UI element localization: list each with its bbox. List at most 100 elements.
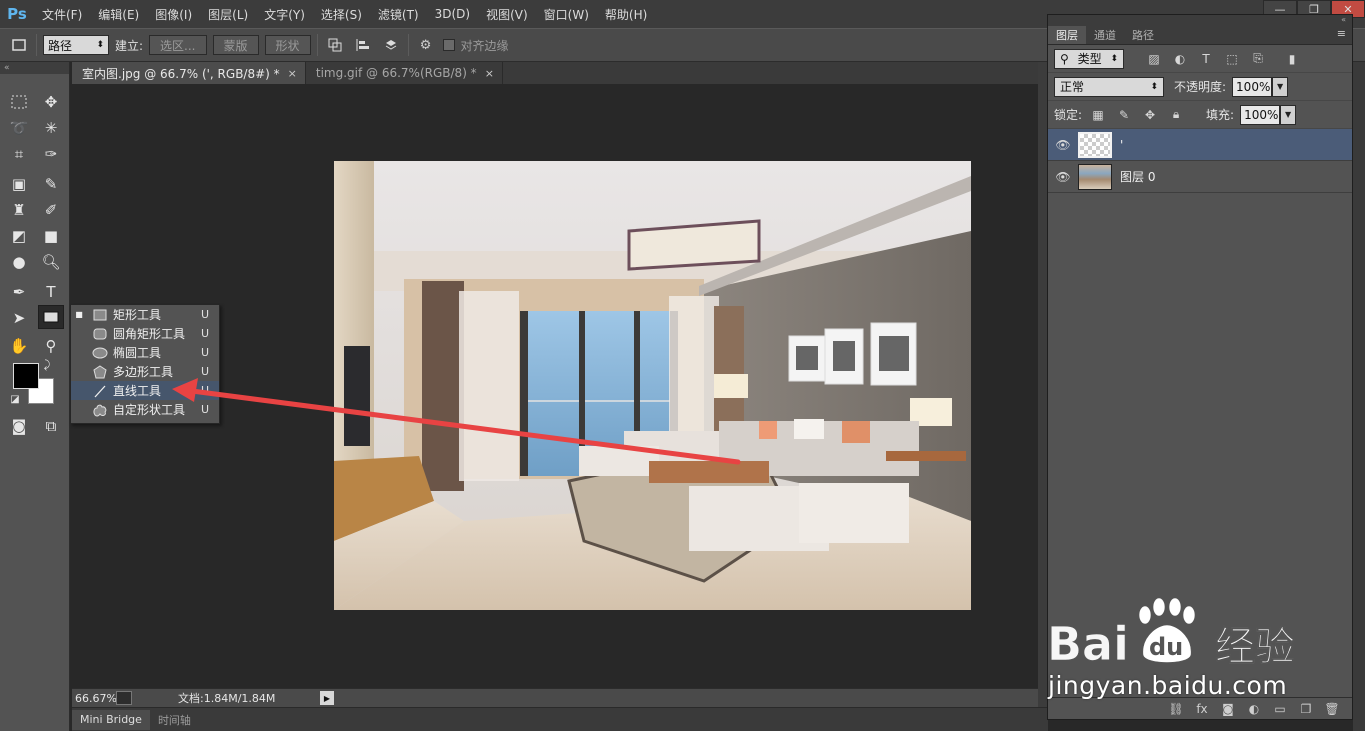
- path-arrangement-icon[interactable]: [380, 34, 402, 56]
- filter-toggle-icon[interactable]: ▮: [1282, 52, 1302, 66]
- adjustment-filter-icon[interactable]: ◐: [1170, 52, 1190, 66]
- layer-row[interactable]: 👁︎ ': [1048, 129, 1352, 161]
- shortcut-key: U: [201, 308, 210, 321]
- layer-filter-select[interactable]: ⚲ 类型 ⬍: [1054, 48, 1124, 69]
- blur-tool-icon[interactable]: ●: [6, 250, 32, 274]
- menu-type[interactable]: 文字(Y): [256, 6, 313, 23]
- menu-help[interactable]: 帮助(H): [597, 6, 655, 23]
- pen-tool-icon[interactable]: ✒: [6, 280, 32, 304]
- menu-3d[interactable]: 3D(D): [427, 7, 478, 21]
- lasso-tool-icon[interactable]: ➰: [6, 116, 32, 140]
- menu-select[interactable]: 选择(S): [313, 6, 370, 23]
- eraser-icon[interactable]: ◩: [6, 224, 32, 248]
- foreground-color-swatch[interactable]: [13, 363, 39, 389]
- menu-file[interactable]: 文件(F): [34, 6, 90, 23]
- magic-wand-icon[interactable]: ✳: [38, 116, 64, 140]
- default-colors-icon[interactable]: ◪: [8, 392, 22, 406]
- make-mask-button[interactable]: 蒙版: [212, 35, 259, 55]
- layer-style-icon[interactable]: fx: [1192, 702, 1212, 716]
- panel-collapse-icon[interactable]: «: [1048, 15, 1352, 25]
- image-filter-icon[interactable]: ▨: [1144, 52, 1164, 66]
- dodge-tool-icon[interactable]: 🔍︎: [38, 250, 64, 274]
- tab-channels[interactable]: 通道: [1086, 26, 1124, 44]
- lock-position-icon[interactable]: ✥: [1140, 108, 1160, 122]
- visibility-eye-icon[interactable]: 👁︎: [1048, 170, 1078, 184]
- tab-mini-bridge[interactable]: Mini Bridge: [72, 709, 150, 730]
- shape-filter-icon[interactable]: ⬚: [1222, 52, 1242, 66]
- select-arrow-icon: ⬍: [96, 40, 104, 50]
- tab-timeline[interactable]: 时间轴: [150, 710, 199, 730]
- menu-filter[interactable]: 滤镜(T): [370, 6, 427, 23]
- path-mode-select[interactable]: 路径 ⬍: [43, 35, 109, 55]
- export-icon[interactable]: [116, 691, 132, 705]
- type-tool-icon[interactable]: T: [38, 280, 64, 304]
- hand-tool-icon[interactable]: ✋: [6, 334, 32, 358]
- toolbox-collapse-icon[interactable]: «: [0, 62, 69, 74]
- type-filter-icon[interactable]: T: [1196, 52, 1216, 66]
- flyout-item-custom-shape[interactable]: 自定形状工具 U: [71, 400, 219, 419]
- make-selection-button[interactable]: 选区...: [149, 35, 207, 55]
- swap-colors-icon[interactable]: ⤸: [40, 358, 54, 372]
- tab-paths[interactable]: 路径: [1124, 26, 1162, 44]
- close-icon[interactable]: ×: [485, 67, 494, 80]
- path-operations-icon[interactable]: [324, 34, 346, 56]
- path-selection-icon[interactable]: ➤: [6, 306, 32, 330]
- smart-object-filter-icon[interactable]: ⎘: [1248, 51, 1268, 66]
- flyout-item-polygon[interactable]: 多边形工具 U: [71, 362, 219, 381]
- zoom-tool-icon[interactable]: ⚲: [38, 334, 64, 358]
- eyedropper-icon[interactable]: ✑: [38, 142, 64, 166]
- opacity-input[interactable]: 100%: [1232, 76, 1273, 97]
- crop-tool-icon[interactable]: ⌗: [6, 142, 32, 166]
- marquee-tool-icon[interactable]: [6, 90, 32, 114]
- layer-name[interactable]: ': [1120, 138, 1123, 152]
- align-edges-checkbox[interactable]: [442, 39, 455, 51]
- gradient-tool-icon[interactable]: ■: [38, 224, 64, 248]
- tab-timg-gif[interactable]: timg.gif @ 66.7%(RGB/8) * ×: [305, 62, 503, 84]
- fill-dropdown[interactable]: ▼: [1280, 104, 1297, 125]
- rectangle-tool-icon[interactable]: [38, 305, 64, 329]
- visibility-eye-icon[interactable]: 👁︎: [1048, 138, 1078, 152]
- tool-preset-icon[interactable]: [8, 34, 30, 56]
- close-icon[interactable]: ×: [288, 67, 297, 80]
- adjustment-layer-icon[interactable]: ◐: [1244, 702, 1264, 716]
- screen-mode-icon[interactable]: ⧉: [38, 414, 64, 438]
- blend-mode-select[interactable]: 正常 ⬍: [1054, 76, 1164, 97]
- lock-all-icon[interactable]: 🔒︎: [1166, 107, 1186, 122]
- link-layers-icon[interactable]: ⛓: [1166, 702, 1186, 716]
- lock-transparency-icon[interactable]: ▦: [1088, 108, 1108, 122]
- flyout-item-line[interactable]: 直线工具 U: [71, 381, 219, 400]
- menu-image[interactable]: 图像(I): [147, 6, 200, 23]
- menu-layer[interactable]: 图层(L): [200, 6, 256, 23]
- shortcut-key: U: [201, 403, 210, 416]
- layer-name[interactable]: 图层 0: [1120, 168, 1155, 185]
- menu-view[interactable]: 视图(V): [478, 6, 536, 23]
- move-tool-icon[interactable]: ✥: [38, 90, 64, 114]
- flyout-item-rectangle[interactable]: ■ 矩形工具 U: [71, 305, 219, 324]
- flyout-item-ellipse[interactable]: 椭圆工具 U: [71, 343, 219, 362]
- fill-input[interactable]: 100%: [1240, 104, 1281, 125]
- brush-tool-icon[interactable]: ✎: [38, 172, 64, 196]
- gear-icon[interactable]: ⚙: [415, 34, 437, 56]
- path-alignment-icon[interactable]: [352, 34, 374, 56]
- zoom-level[interactable]: 66.67%: [72, 692, 117, 705]
- flyout-item-rounded-rectangle[interactable]: 圆角矩形工具 U: [71, 324, 219, 343]
- trash-icon[interactable]: 🗑︎: [1322, 702, 1342, 716]
- opacity-dropdown[interactable]: ▼: [1272, 76, 1289, 97]
- tab-layers[interactable]: 图层: [1048, 26, 1086, 44]
- layer-mask-icon[interactable]: ◙: [1218, 702, 1238, 716]
- tab-interior-jpg[interactable]: 室内图.jpg @ 66.7% (', RGB/8#) * ×: [72, 62, 306, 84]
- make-shape-button[interactable]: 形状: [264, 35, 311, 55]
- document-image: [334, 161, 971, 610]
- new-group-icon[interactable]: ▭: [1270, 702, 1290, 716]
- new-layer-icon[interactable]: ❐: [1296, 702, 1316, 716]
- layer-row[interactable]: 👁︎ 图层 0: [1048, 161, 1352, 193]
- play-icon[interactable]: ▶: [320, 691, 334, 705]
- healing-brush-icon[interactable]: ▣: [6, 172, 32, 196]
- history-brush-icon[interactable]: ✐: [38, 198, 64, 222]
- menu-edit[interactable]: 编辑(E): [90, 6, 147, 23]
- lock-pixels-icon[interactable]: ✎: [1114, 108, 1134, 122]
- quick-mask-icon[interactable]: ◙: [6, 414, 32, 438]
- clone-stamp-icon[interactable]: ♜: [6, 198, 32, 222]
- menu-window[interactable]: 窗口(W): [536, 6, 597, 23]
- panel-menu-icon[interactable]: ≡: [1337, 27, 1346, 40]
